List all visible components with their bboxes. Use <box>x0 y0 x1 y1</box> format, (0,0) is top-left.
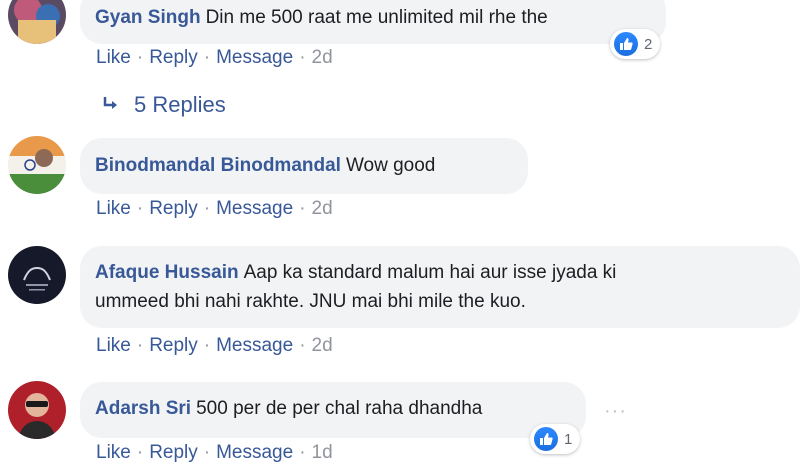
like-link[interactable]: Like <box>96 198 131 219</box>
avatar[interactable] <box>8 136 66 194</box>
like-reaction-icon <box>614 32 638 56</box>
replies-label[interactable]: 5 Replies <box>134 92 226 118</box>
separator: · <box>203 47 211 68</box>
comment-bubble: Afaque Hussain Aap ka standard malum hai … <box>80 246 800 328</box>
message-link[interactable]: Message <box>216 198 293 219</box>
like-link[interactable]: Like <box>96 442 131 463</box>
comment-text: Wow good <box>345 155 436 176</box>
avatar[interactable] <box>8 381 66 439</box>
comment-bubble: Adarsh Sri 500 per de per chal raha dhand… <box>80 382 586 438</box>
separator: · <box>136 198 144 219</box>
timestamp[interactable]: 2d <box>312 335 333 356</box>
comment-author[interactable]: Binodmandal Binodmandal <box>95 155 341 176</box>
message-link[interactable]: Message <box>216 335 293 356</box>
comment-author[interactable]: Afaque Hussain <box>95 262 239 283</box>
comment-text-line: ummeed bhi nahi rakhte. JNU mai bhi mile… <box>95 291 526 312</box>
reaction-number: 1 <box>564 430 573 448</box>
separator: · <box>136 47 144 68</box>
separator: · <box>136 442 144 463</box>
separator: · <box>203 442 211 463</box>
reply-link[interactable]: Reply <box>149 198 198 219</box>
avatar[interactable] <box>8 0 66 44</box>
timestamp[interactable]: 2d <box>312 198 333 219</box>
comment-text: Din me 500 raat me unlimited mil rhe the <box>205 7 548 28</box>
comment-bubble: Binodmandal Binodmandal Wow good <box>80 138 528 194</box>
timestamp[interactable]: 1d <box>312 442 333 463</box>
separator: · <box>299 335 306 356</box>
like-link[interactable]: Like <box>96 335 131 356</box>
comment-text-line: Afaque Hussain Aap ka standard malum hai … <box>95 258 782 287</box>
like-reaction-icon <box>534 427 558 451</box>
comment-actions: Like · Reply · Message · 2d <box>96 335 333 357</box>
separator: · <box>136 335 144 356</box>
reply-link[interactable]: Reply <box>149 47 198 68</box>
reaction-count[interactable]: 2 <box>610 29 661 59</box>
avatar[interactable] <box>8 246 66 304</box>
more-options-icon[interactable]: ··· <box>604 400 627 423</box>
reaction-count[interactable]: 1 <box>530 424 581 454</box>
reply-link[interactable]: Reply <box>149 442 198 463</box>
message-link[interactable]: Message <box>216 47 293 68</box>
comment-author[interactable]: Gyan Singh <box>95 7 201 28</box>
separator: · <box>299 442 306 463</box>
comment-actions: Like · Reply · Message · 2d <box>96 47 333 69</box>
timestamp[interactable]: 2d <box>312 47 333 68</box>
reply-link[interactable]: Reply <box>149 335 198 356</box>
like-link[interactable]: Like <box>96 47 131 68</box>
separator: · <box>203 335 211 356</box>
view-replies-link[interactable]: 5 Replies <box>102 92 226 118</box>
comment-author[interactable]: Adarsh Sri <box>95 398 191 419</box>
separator: · <box>203 198 211 219</box>
comment-actions: Like · Reply · Message · 2d <box>96 198 333 220</box>
reaction-number: 2 <box>644 35 653 53</box>
comment-text: Aap ka standard malum hai aur isse jyada… <box>243 262 617 283</box>
message-link[interactable]: Message <box>216 442 293 463</box>
separator: · <box>299 198 306 219</box>
comment-text: 500 per de per chal raha dhandha <box>196 398 483 419</box>
reply-arrow-icon <box>102 92 120 118</box>
separator: · <box>299 47 306 68</box>
comment-bubble: Gyan Singh Din me 500 raat me unlimited m… <box>80 0 666 44</box>
